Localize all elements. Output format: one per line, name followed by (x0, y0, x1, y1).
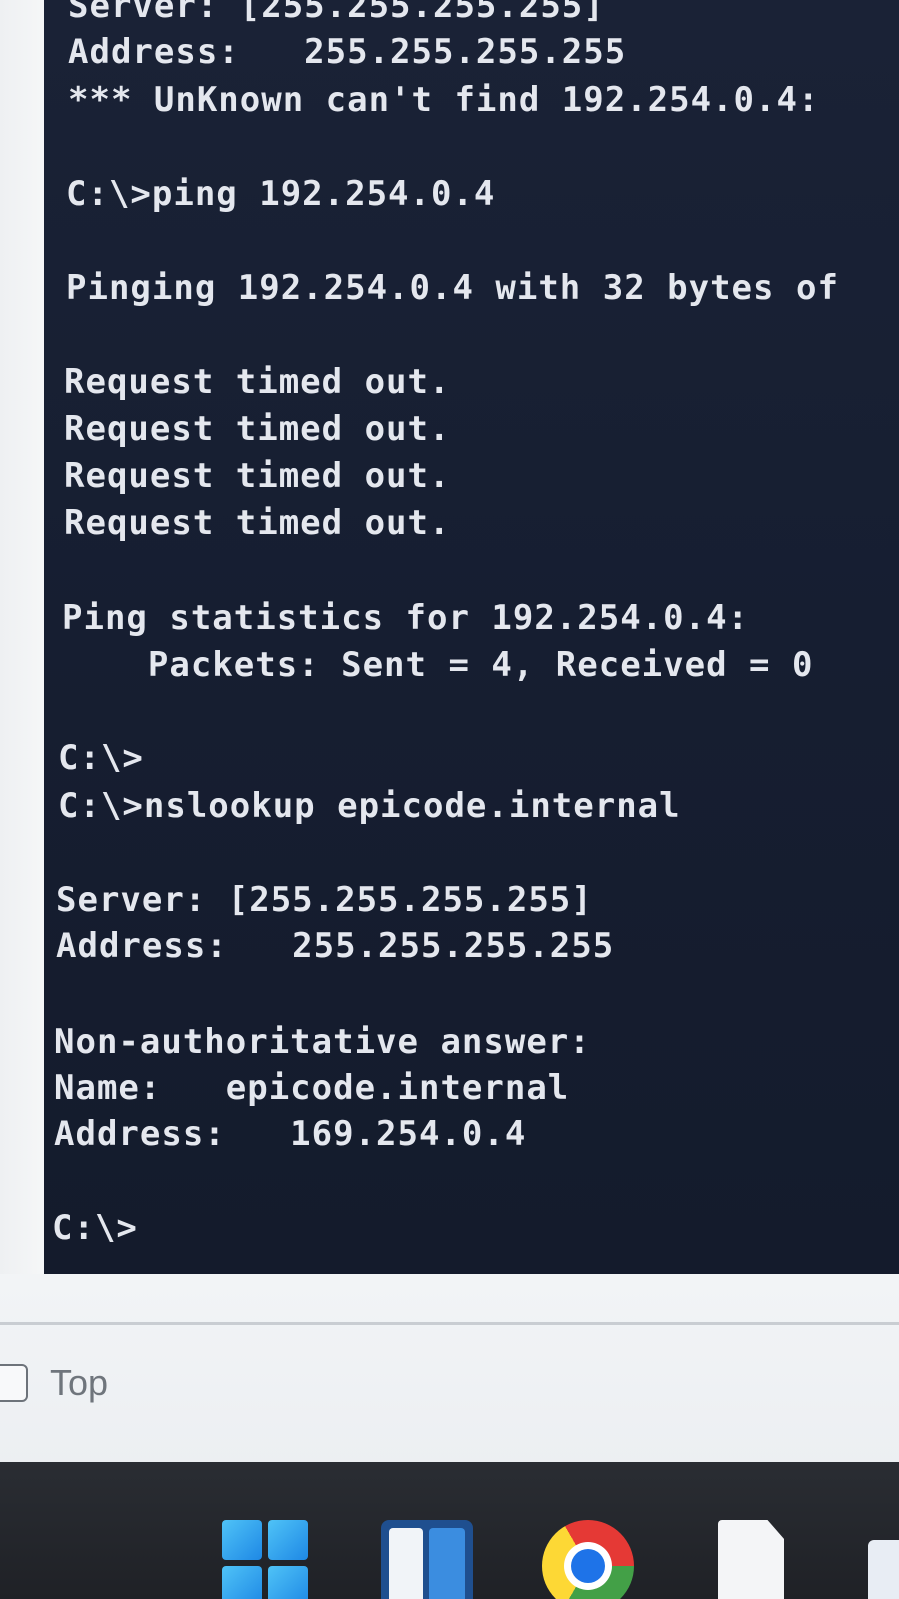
console-line: Request timed out. (64, 409, 451, 449)
chrome-icon-core (571, 1549, 605, 1583)
console-line: C:\>nslookup epicode.internal (58, 786, 681, 826)
window-frame (0, 0, 48, 1300)
console-line: C:\> (58, 738, 144, 778)
console-line: Non-authoritative answer: (54, 1022, 591, 1062)
start-icon-tile (268, 1566, 308, 1599)
task-view-pane (429, 1528, 465, 1599)
start-icon-tile (222, 1566, 262, 1599)
divider (0, 1322, 899, 1325)
console-line: Request timed out. (64, 362, 451, 402)
edge-icon[interactable] (868, 1540, 899, 1599)
top-checkbox[interactable] (0, 1364, 28, 1402)
console-line: Address: 255.255.255.255 (68, 32, 627, 72)
console-line: Address: 255.255.255.255 (56, 926, 615, 966)
console-line: C:\>ping 192.254.0.4 (66, 174, 496, 214)
windows-start-icon[interactable] (222, 1520, 310, 1599)
console-line: Pinging 192.254.0.4 with 32 bytes of (66, 268, 839, 308)
console-line: Request timed out. (64, 456, 451, 496)
start-icon-tile (268, 1520, 308, 1560)
console-line: Server: [255.255.255.255] (56, 880, 593, 920)
console-line: *** UnKnown can't find 192.254.0.4: (68, 80, 820, 120)
console-line: Name: epicode.internal (54, 1068, 570, 1108)
task-view-icon[interactable] (381, 1520, 473, 1599)
command-prompt-output[interactable]: Server: [255.255.255.255] Address: 255.2… (44, 0, 899, 1274)
top-checkbox-label[interactable]: Top (50, 1362, 108, 1404)
console-line: Request timed out. (64, 503, 451, 543)
console-line: Ping statistics for 192.254.0.4: (62, 598, 750, 638)
screen: Server: [255.255.255.255] Address: 255.2… (0, 0, 899, 1599)
task-view-pane (389, 1528, 423, 1599)
window-footer (0, 1274, 899, 1470)
console-line: Server: [255.255.255.255] (68, 0, 605, 26)
file-explorer-icon[interactable] (718, 1520, 784, 1599)
console-line: Packets: Sent = 4, Received = 0 (62, 645, 814, 685)
console-prompt[interactable]: C:\> (52, 1208, 138, 1248)
start-icon-tile (222, 1520, 262, 1560)
console-line: Address: 169.254.0.4 (54, 1114, 527, 1154)
